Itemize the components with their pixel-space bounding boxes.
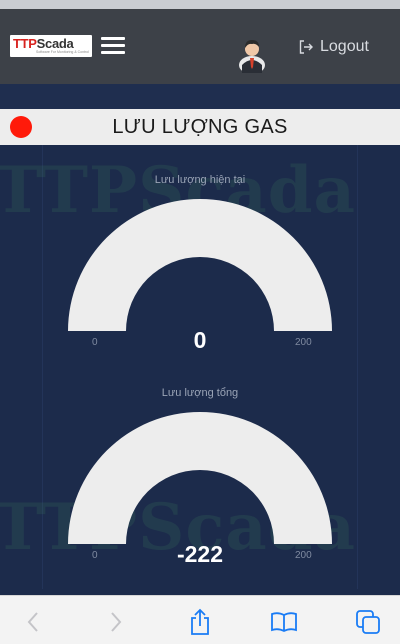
logo-brand-red: TTP [13,36,37,51]
status-indicator [10,116,32,138]
gauge-current-value: 0 [193,327,207,353]
panel-title: LƯU LƯỢNG GAS [112,116,288,138]
logout-button[interactable]: Logout [298,37,369,57]
logo-tagline: Software For Monitoring & Control [36,50,89,54]
panel-title-bar: LƯU LƯỢNG GAS [0,109,400,145]
chevron-left-icon[interactable] [19,608,47,636]
gauge-current-label: Lưu lượng hiện tại [154,174,246,186]
ttpscada-logo[interactable]: TTPScada Software For Monitoring & Contr… [10,35,92,57]
hamburger-icon[interactable] [101,37,125,55]
gauge-current [68,199,332,331]
browser-toolbar [0,595,400,644]
logo-brand-dark: Scada [36,36,74,51]
app-header: TTPScada Software For Monitoring & Contr… [0,9,400,84]
tabs-icon[interactable] [354,608,382,636]
logo-wordmark: TTPScada [13,36,74,51]
logout-icon [299,40,313,54]
gauge-total-label: Lưu lượng tổng [161,387,239,399]
book-icon[interactable] [270,608,298,636]
gauge-panel: TTPScada TTPScada Lưu lượng hiện tại 0 2… [0,145,400,595]
logout-label: Logout [320,38,369,55]
gauge-total-value: -222 [176,541,224,567]
status-bar [0,0,400,9]
user-avatar-icon[interactable] [238,31,266,74]
gauge-total [68,412,332,544]
chevron-right-icon[interactable] [102,608,130,636]
share-icon[interactable] [186,608,214,636]
header-spacer [0,84,400,109]
